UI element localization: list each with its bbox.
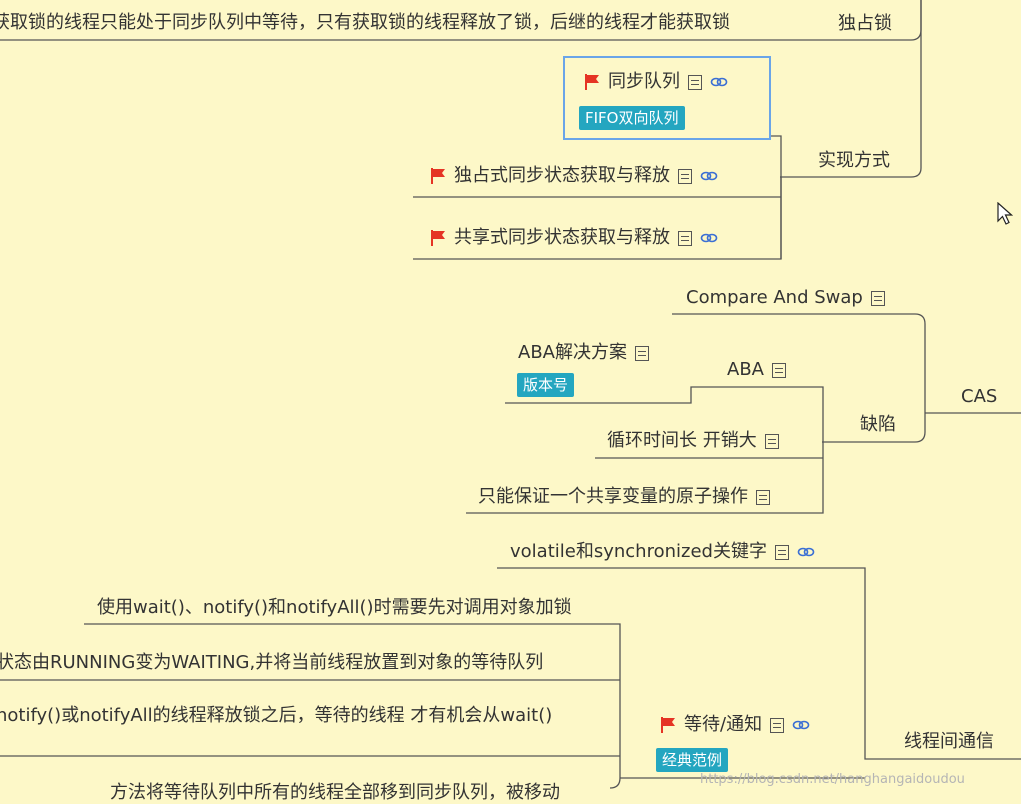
note-icon[interactable] bbox=[771, 362, 786, 378]
long-loop-text: 循环时间长 开销大 bbox=[607, 430, 757, 451]
sync-queue-text: 同步队列 bbox=[608, 71, 680, 92]
flag-icon bbox=[431, 168, 445, 184]
exclusive-lock-desc-text: 获取锁的线程只能处于同步队列中等待，只有获取锁的线程释放了锁，后继的线程才能获取… bbox=[0, 12, 730, 33]
aba-solution-text: ABA解决方案 bbox=[518, 342, 627, 363]
note-icon[interactable] bbox=[764, 433, 779, 449]
running-waiting-text: 状态由RUNNING变为WAITING,并将当前线程放置到对象的等待队列 bbox=[0, 652, 544, 673]
note-icon[interactable] bbox=[678, 168, 692, 184]
compare-and-swap-node[interactable]: Compare And Swap bbox=[686, 287, 885, 309]
note-icon[interactable] bbox=[688, 74, 702, 90]
note-icon[interactable] bbox=[770, 717, 785, 733]
shared-sync-text: 共享式同步状态获取与释放 bbox=[454, 227, 670, 248]
wait-notify-text: 等待/通知 bbox=[684, 714, 763, 735]
link-icon[interactable] bbox=[710, 76, 728, 88]
notify-all-partial-text: 方法将等待队列中所有的线程全部移到同步队列，被移动 bbox=[110, 782, 560, 803]
cas-text: CAS bbox=[961, 386, 998, 407]
wait-notify-node[interactable]: 等待/通知 bbox=[660, 714, 810, 736]
wait-notify-lock-node[interactable]: 使用wait()、notify()和notifyAll()时需要先对调用对象加锁 bbox=[97, 597, 572, 619]
link-icon[interactable] bbox=[700, 170, 718, 182]
note-icon[interactable] bbox=[678, 230, 692, 246]
watermark: https://blog.csdn.net/hanghangaidoudou bbox=[700, 772, 965, 787]
note-icon[interactable] bbox=[870, 290, 885, 306]
long-loop-node[interactable]: 循环时间长 开销大 bbox=[607, 430, 779, 452]
volatile-sync-text: volatile和synchronized关键字 bbox=[510, 541, 767, 562]
fifo-tag: FIFO双向队列 bbox=[579, 106, 685, 130]
exclusive-sync-text: 独占式同步状态获取与释放 bbox=[454, 165, 670, 186]
note-icon[interactable] bbox=[634, 345, 649, 361]
aba-text: ABA bbox=[727, 359, 764, 380]
sync-queue-node[interactable]: 同步队列 bbox=[584, 71, 728, 93]
classic-tag-text: 经典范例 bbox=[662, 751, 723, 769]
flag-icon bbox=[661, 717, 675, 733]
notify-release-text: notify()或notifyAll的线程释放锁之后，等待的线程 才有机会从wa… bbox=[0, 705, 553, 726]
version-tag: 版本号 bbox=[517, 373, 575, 397]
notify-all-partial-node[interactable]: 方法将等待队列中所有的线程全部移到同步队列，被移动 bbox=[110, 782, 560, 804]
note-icon[interactable] bbox=[774, 544, 789, 560]
flag-icon bbox=[585, 74, 599, 90]
wait-notify-lock-text: 使用wait()、notify()和notifyAll()时需要先对调用对象加锁 bbox=[97, 597, 572, 618]
defects-node[interactable]: 缺陷 bbox=[860, 414, 896, 436]
aba-solution-node[interactable]: ABA解决方案 bbox=[518, 342, 649, 364]
mouse-cursor-icon bbox=[997, 202, 1013, 225]
implementation-text: 实现方式 bbox=[818, 150, 890, 171]
exclusive-lock-text: 独占锁 bbox=[838, 13, 892, 34]
exclusive-sync-node[interactable]: 独占式同步状态获取与释放 bbox=[430, 165, 718, 187]
single-var-text: 只能保证一个共享变量的原子操作 bbox=[478, 486, 748, 507]
notify-release-node[interactable]: notify()或notifyAll的线程释放锁之后，等待的线程 才有机会从wa… bbox=[0, 705, 552, 727]
defects-text: 缺陷 bbox=[860, 414, 896, 435]
mindmap-connectors bbox=[0, 0, 1021, 789]
aba-node[interactable]: ABA bbox=[727, 359, 786, 381]
cas-node[interactable]: CAS bbox=[961, 386, 997, 408]
note-icon[interactable] bbox=[756, 489, 770, 505]
flag-icon bbox=[431, 230, 445, 246]
thread-comm-text: 线程间通信 bbox=[904, 731, 994, 752]
link-icon[interactable] bbox=[700, 232, 718, 244]
thread-comm-node[interactable]: 线程间通信 bbox=[904, 731, 994, 753]
running-waiting-node[interactable]: 状态由RUNNING变为WAITING,并将当前线程放置到对象的等待队列 bbox=[0, 652, 543, 674]
link-icon[interactable] bbox=[797, 546, 815, 558]
exclusive-lock-node[interactable]: 独占锁 bbox=[838, 13, 892, 35]
exclusive-lock-desc[interactable]: 获取锁的线程只能处于同步队列中等待，只有获取锁的线程释放了锁，后继的线程才能获取… bbox=[0, 12, 730, 34]
classic-tag: 经典范例 bbox=[656, 748, 729, 772]
implementation-node[interactable]: 实现方式 bbox=[818, 150, 890, 172]
compare-and-swap-text: Compare And Swap bbox=[686, 287, 863, 308]
single-var-node[interactable]: 只能保证一个共享变量的原子操作 bbox=[478, 486, 770, 508]
link-icon[interactable] bbox=[792, 719, 810, 731]
volatile-sync-node[interactable]: volatile和synchronized关键字 bbox=[510, 541, 815, 563]
fifo-tag-text: FIFO双向队列 bbox=[585, 109, 679, 127]
version-tag-text: 版本号 bbox=[523, 376, 569, 394]
shared-sync-node[interactable]: 共享式同步状态获取与释放 bbox=[430, 227, 718, 249]
